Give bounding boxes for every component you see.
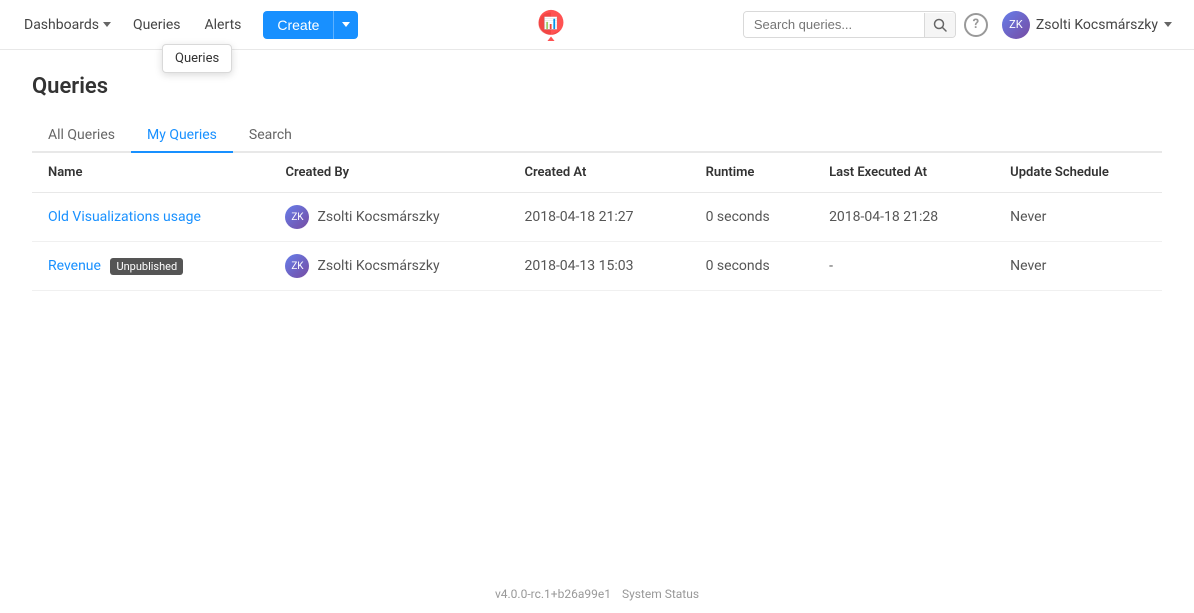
search-container bbox=[743, 11, 956, 38]
runtime-cell-2: 0 seconds bbox=[690, 242, 813, 291]
query-name-cell: Old Visualizations usage bbox=[32, 193, 269, 242]
col-name: Name bbox=[32, 153, 269, 193]
help-button[interactable]: ? bbox=[964, 13, 988, 37]
last-executed-cell-2: - bbox=[813, 242, 994, 291]
queries-nav[interactable]: Queries bbox=[123, 11, 191, 39]
footer: v4.0.0-rc.1+b26a99e1 System Status bbox=[0, 575, 1194, 613]
app-logo: 📊 bbox=[535, 9, 567, 41]
svg-text:📊: 📊 bbox=[543, 15, 557, 29]
created-by-cell-2: ZK Zsolti Kocsmárszky bbox=[269, 242, 508, 291]
create-dropdown-arrow[interactable] bbox=[334, 16, 358, 33]
runtime-cell-1: 0 seconds bbox=[690, 193, 813, 242]
version-label: v4.0.0-rc.1+b26a99e1 bbox=[495, 587, 611, 601]
unpublished-badge: Unpublished bbox=[110, 258, 183, 275]
col-runtime: Runtime bbox=[690, 153, 813, 193]
tab-my-queries[interactable]: My Queries bbox=[131, 119, 233, 153]
navbar: Dashboards Queries Alerts Create Queries… bbox=[0, 0, 1194, 50]
query-link-1[interactable]: Old Visualizations usage bbox=[48, 209, 201, 225]
search-icon bbox=[933, 18, 947, 32]
col-last-executed: Last Executed At bbox=[813, 153, 994, 193]
create-main-label: Create bbox=[263, 11, 334, 39]
user-menu-chevron-icon bbox=[1164, 22, 1172, 27]
col-created-by: Created By bbox=[269, 153, 508, 193]
user-cell-1: ZK Zsolti Kocsmárszky bbox=[285, 205, 492, 229]
update-schedule-cell-1: Never bbox=[994, 193, 1162, 242]
table-row: Old Visualizations usage ZK Zsolti Kocsm… bbox=[32, 193, 1162, 242]
navbar-right: ? ZK Zsolti Kocsmárszky bbox=[743, 7, 1178, 43]
update-schedule-cell-2: Never bbox=[994, 242, 1162, 291]
query-name-cell-2: Revenue Unpublished bbox=[32, 242, 269, 291]
page-content: Queries All Queries My Queries Search Na… bbox=[0, 50, 1194, 315]
query-link-2[interactable]: Revenue bbox=[48, 258, 101, 274]
created-at-cell-1: 2018-04-18 21:27 bbox=[508, 193, 689, 242]
col-created-at: Created At bbox=[508, 153, 689, 193]
user-cell-avatar-2: ZK bbox=[285, 254, 309, 278]
create-button[interactable]: Create bbox=[263, 11, 358, 39]
tab-all-queries[interactable]: All Queries bbox=[32, 119, 131, 153]
search-button[interactable] bbox=[924, 13, 955, 37]
alerts-nav[interactable]: Alerts bbox=[195, 11, 252, 39]
table-header: Name Created By Created At Runtime Last … bbox=[32, 153, 1162, 193]
search-input[interactable] bbox=[744, 12, 924, 37]
user-cell-2: ZK Zsolti Kocsmárszky bbox=[285, 254, 492, 278]
table-row: Revenue Unpublished ZK Zsolti Kocsmárszk… bbox=[32, 242, 1162, 291]
page-title: Queries bbox=[32, 74, 1162, 99]
table-body: Old Visualizations usage ZK Zsolti Kocsm… bbox=[32, 193, 1162, 291]
queries-table: Name Created By Created At Runtime Last … bbox=[32, 153, 1162, 291]
col-update-schedule: Update Schedule bbox=[994, 153, 1162, 193]
navbar-center: 📊 bbox=[358, 9, 742, 41]
queries-table-container: Name Created By Created At Runtime Last … bbox=[32, 153, 1162, 291]
last-executed-cell-1: 2018-04-18 21:28 bbox=[813, 193, 994, 242]
created-at-cell-2: 2018-04-13 15:03 bbox=[508, 242, 689, 291]
created-by-cell-1: ZK Zsolti Kocsmárszky bbox=[269, 193, 508, 242]
dashboards-nav[interactable]: Dashboards bbox=[16, 11, 119, 39]
dashboards-label: Dashboards bbox=[24, 17, 99, 33]
tab-search[interactable]: Search bbox=[233, 119, 308, 153]
avatar: ZK bbox=[1002, 11, 1030, 39]
navbar-left: Dashboards Queries Alerts Create bbox=[16, 11, 358, 39]
system-status-link[interactable]: System Status bbox=[622, 587, 699, 601]
user-menu[interactable]: ZK Zsolti Kocsmárszky bbox=[996, 7, 1178, 43]
user-name-label: Zsolti Kocsmárszky bbox=[1036, 17, 1158, 33]
queries-tooltip: Queries bbox=[162, 44, 232, 73]
user-cell-avatar-1: ZK bbox=[285, 205, 309, 229]
tabs: All Queries My Queries Search bbox=[32, 119, 1162, 153]
create-chevron-icon bbox=[342, 22, 350, 27]
dashboards-chevron-icon bbox=[103, 22, 111, 27]
